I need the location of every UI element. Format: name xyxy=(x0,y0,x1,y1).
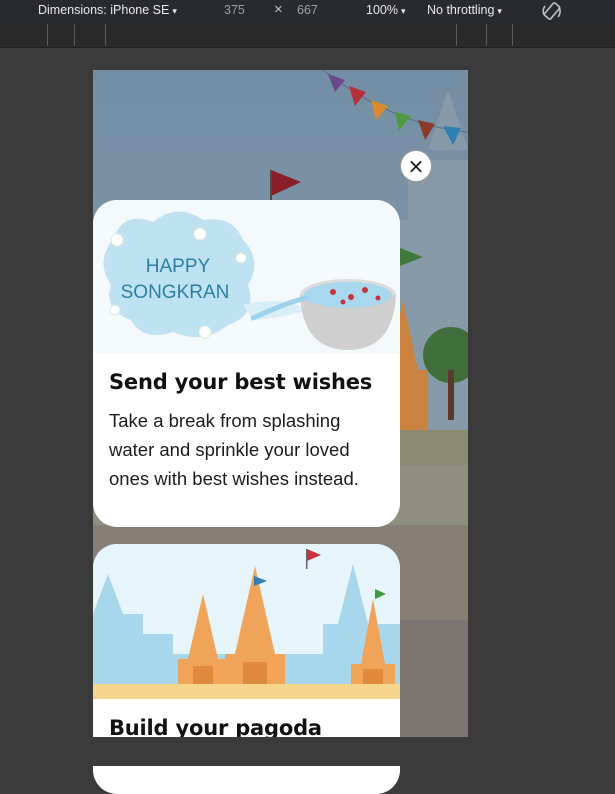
chevron-down-icon: ▾ xyxy=(172,6,177,16)
ruler-tick xyxy=(456,24,457,46)
ruler-tick xyxy=(47,24,48,46)
card-description: Take a break from splashing water and sp… xyxy=(109,410,359,489)
ruler-tick xyxy=(74,24,75,46)
zoom-dropdown[interactable]: 100% ▾ xyxy=(366,3,406,17)
devtools-backdrop xyxy=(0,737,615,766)
ruler-tick xyxy=(486,24,487,46)
rotate-icon[interactable] xyxy=(540,0,564,27)
chevron-down-icon: ▾ xyxy=(497,6,502,16)
illustration-text-happy: HAPPY xyxy=(146,256,211,277)
happy-songkran-illustration: HAPPY SONGKRAN xyxy=(93,200,400,353)
pagoda-illustration xyxy=(93,544,400,699)
throttling-label: No throttling xyxy=(427,3,495,17)
wishes-card[interactable]: HAPPY SONGKRAN Send your best wishes Tak… xyxy=(93,200,400,527)
illustration-text-songkran: SONGKRAN xyxy=(121,282,230,303)
height-input[interactable]: 667 xyxy=(297,3,318,17)
zoom-label: 100% xyxy=(366,3,398,17)
card-title: Send your best wishes xyxy=(109,370,373,394)
throttling-dropdown[interactable]: No throttling ▾ xyxy=(427,3,502,17)
ruler-tick xyxy=(512,24,513,46)
close-button[interactable]: × xyxy=(400,150,432,182)
chevron-down-icon: ▾ xyxy=(400,6,406,16)
media-query-ruler xyxy=(0,24,615,48)
ruler-tick xyxy=(105,24,106,46)
device-label: Dimensions: iPhone SE xyxy=(38,3,170,17)
times-icon: × xyxy=(274,1,283,18)
devtools-toolbar: Dimensions: iPhone SE ▾ 375 × 667 100% ▾ N… xyxy=(0,0,615,24)
device-dropdown[interactable]: Dimensions: iPhone SE ▾ xyxy=(38,3,177,17)
width-input[interactable]: 375 xyxy=(224,3,245,17)
